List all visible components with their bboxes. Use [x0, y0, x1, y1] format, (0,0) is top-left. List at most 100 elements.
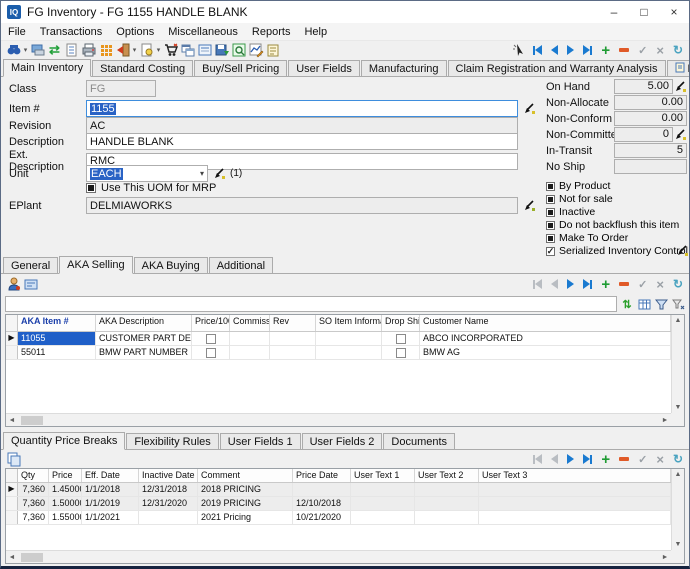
- nav-last-button[interactable]: [583, 453, 592, 465]
- nav-insert-button[interactable]: +: [601, 453, 610, 465]
- grid-cell[interactable]: [479, 497, 671, 510]
- grid-cell[interactable]: 55011: [18, 346, 96, 359]
- uom-mrp-checkbox[interactable]: [86, 183, 96, 193]
- drilldown-icon[interactable]: [676, 244, 689, 257]
- tab-standard-costing[interactable]: Standard Costing: [92, 60, 193, 76]
- cart-icon[interactable]: [162, 42, 179, 58]
- nav-post-button[interactable]: ✓: [638, 44, 647, 56]
- send-icon[interactable]: [29, 42, 46, 58]
- customer-icon[interactable]: [5, 276, 22, 292]
- column-header[interactable]: Qty: [18, 469, 49, 482]
- nav-insert-button[interactable]: +: [601, 278, 610, 290]
- nav-refresh-button[interactable]: ↻: [673, 44, 683, 56]
- description-field[interactable]: HANDLE BLANK: [86, 133, 518, 150]
- grid-cell[interactable]: [192, 332, 230, 345]
- grid-cell[interactable]: BMW AG: [420, 346, 671, 359]
- menu-help[interactable]: Help: [297, 26, 334, 38]
- column-header[interactable]: Customer Name: [420, 315, 671, 331]
- nav-post-button[interactable]: ✓: [638, 278, 647, 290]
- nav-post-button[interactable]: ✓: [638, 453, 647, 465]
- tab-additional[interactable]: Additional: [209, 257, 273, 273]
- inactive-checkbox[interactable]: [546, 208, 555, 217]
- menu-file[interactable]: File: [1, 26, 33, 38]
- column-header[interactable]: Commiss %: [230, 315, 270, 331]
- grid-cell[interactable]: [415, 497, 479, 510]
- nav-last-button[interactable]: [583, 44, 592, 56]
- unit-combo[interactable]: EACH▾: [86, 165, 208, 182]
- grid-cell[interactable]: 7,360: [18, 497, 49, 510]
- nav-cancel-button[interactable]: ×: [656, 278, 664, 290]
- horizontal-scrollbar[interactable]: ◄►: [6, 550, 671, 563]
- grid-cell[interactable]: [270, 346, 316, 359]
- cell-checkbox[interactable]: [396, 334, 406, 344]
- columns-icon[interactable]: [637, 297, 651, 311]
- drilldown-icon[interactable]: [674, 128, 687, 141]
- nav-first-button[interactable]: [533, 278, 542, 290]
- grid-cell[interactable]: [382, 332, 420, 345]
- grid-cell[interactable]: [415, 483, 479, 496]
- tab-aka-buying[interactable]: AKA Buying: [134, 257, 208, 273]
- horizontal-scrollbar[interactable]: ◄►: [6, 413, 671, 426]
- column-header[interactable]: Price Date: [293, 469, 351, 482]
- grid-cell[interactable]: [316, 332, 382, 345]
- column-header[interactable]: Price: [49, 469, 82, 482]
- grid-cell[interactable]: 10/21/2020: [293, 511, 351, 524]
- column-header[interactable]: SO Item Information: [316, 315, 382, 331]
- notes-icon[interactable]: [264, 42, 281, 58]
- make-to-order-checkbox[interactable]: [546, 234, 555, 243]
- grid-cell[interactable]: [139, 511, 198, 524]
- grid-cell[interactable]: 7,360: [18, 511, 49, 524]
- cell-checkbox[interactable]: [396, 348, 406, 358]
- nav-prev-button[interactable]: [551, 278, 558, 290]
- table-row[interactable]: 7,3601.5000001/1/201912/31/20202019 PRIC…: [6, 497, 671, 511]
- preview-icon[interactable]: [230, 42, 247, 58]
- nav-refresh-button[interactable]: ↻: [673, 278, 683, 290]
- grid-cell[interactable]: [230, 332, 270, 345]
- nav-first-button[interactable]: [533, 44, 542, 56]
- grid-cell[interactable]: 12/10/2018: [293, 497, 351, 510]
- nav-refresh-button[interactable]: ↻: [673, 453, 683, 465]
- column-header[interactable]: User Text 1: [351, 469, 415, 482]
- nav-next-button[interactable]: [567, 453, 574, 465]
- menu-options[interactable]: Options: [109, 26, 161, 38]
- table-row[interactable]: ▶7,3601.4500001/1/201812/31/20182018 PRI…: [6, 483, 671, 497]
- scrollbar-thumb[interactable]: [21, 553, 43, 562]
- print-icon[interactable]: [80, 42, 97, 58]
- filter-clear-icon[interactable]: [671, 297, 685, 311]
- tab-user-fields-1[interactable]: User Fields 1: [220, 433, 301, 449]
- detail-icon[interactable]: [196, 42, 213, 58]
- table-row[interactable]: 7,3601.5500001/1/20212021 Pricing10/21/2…: [6, 511, 671, 525]
- tab-flexibility-rules[interactable]: Flexibility Rules: [126, 433, 218, 449]
- card-icon[interactable]: [22, 276, 39, 292]
- pointer-icon[interactable]: [510, 42, 527, 58]
- grid-cell[interactable]: BMW PART NUMBER: [96, 346, 192, 359]
- find-dropdown-icon[interactable]: ▾: [22, 46, 29, 54]
- keypad-icon[interactable]: [97, 42, 114, 58]
- find-icon[interactable]: [5, 42, 22, 58]
- menu-transactions[interactable]: Transactions: [33, 26, 110, 38]
- menu-reports[interactable]: Reports: [245, 26, 298, 38]
- close-icon[interactable]: ×: [659, 1, 689, 23]
- column-header[interactable]: Eff. Date: [82, 469, 139, 482]
- grid-cell[interactable]: [293, 483, 351, 496]
- column-header[interactable]: Drop Ship: [382, 315, 420, 331]
- column-header[interactable]: Inactive Date: [139, 469, 198, 482]
- grid-cell[interactable]: [351, 483, 415, 496]
- menu-miscellaneous[interactable]: Miscellaneous: [161, 26, 245, 38]
- grid-cell[interactable]: [270, 332, 316, 345]
- tab-documents-bottom[interactable]: Documents: [383, 433, 455, 449]
- grid-cell[interactable]: [479, 483, 671, 496]
- column-header[interactable]: Price/1000: [192, 315, 230, 331]
- tab-quantity-price-breaks[interactable]: Quantity Price Breaks: [3, 432, 125, 450]
- chevron-down-icon[interactable]: ▾: [200, 169, 204, 178]
- drilldown-icon[interactable]: [523, 102, 536, 115]
- drilldown-icon[interactable]: [523, 199, 536, 212]
- document-icon[interactable]: [63, 42, 80, 58]
- grid-cell[interactable]: [316, 346, 382, 359]
- tab-buy-sell-pricing[interactable]: Buy/Sell Pricing: [194, 60, 287, 76]
- column-header[interactable]: Rev: [270, 315, 316, 331]
- grid-cell[interactable]: 1/1/2021: [82, 511, 139, 524]
- filter-icon[interactable]: [654, 297, 668, 311]
- cell-checkbox[interactable]: [206, 334, 216, 344]
- column-header[interactable]: User Text 3: [479, 469, 671, 482]
